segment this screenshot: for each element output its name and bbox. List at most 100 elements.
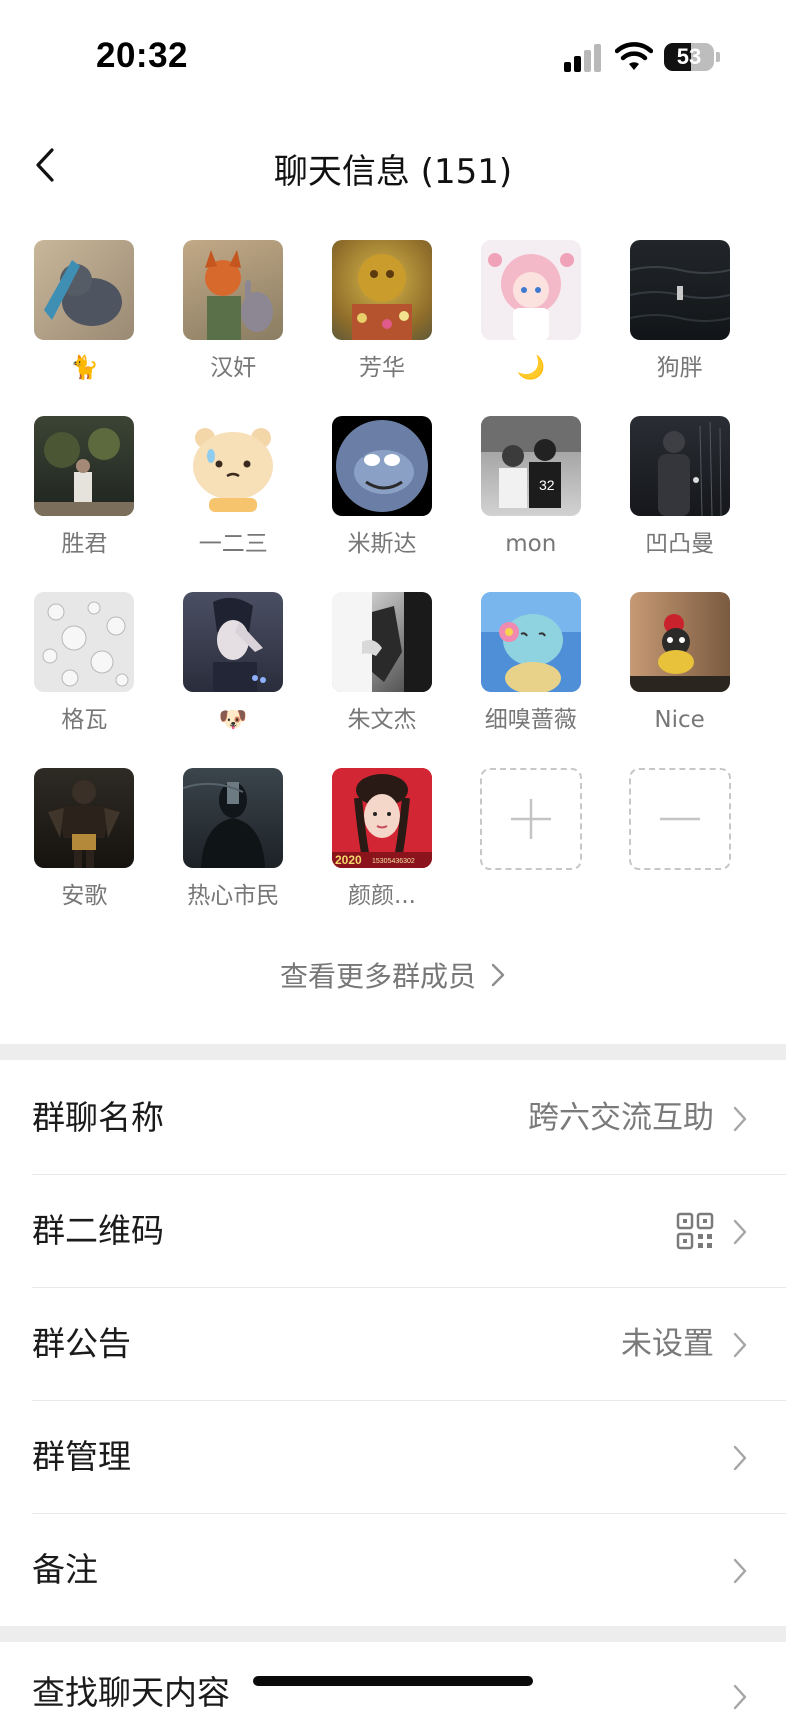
chevron-right-icon [733, 1445, 747, 1471]
member-item[interactable]: Nice [605, 592, 754, 738]
plus-icon [510, 799, 551, 839]
member-name: 细嗅蔷薇 [484, 707, 577, 733]
avatar [629, 592, 730, 692]
member-item[interactable]: 汉奸 [159, 240, 308, 386]
wifi-icon [614, 42, 654, 72]
row-group-qr-code[interactable]: 群二维码 [32, 1175, 786, 1288]
avatar [480, 592, 581, 692]
battery-tip [716, 52, 720, 62]
home-indicator[interactable] [253, 1676, 533, 1686]
add-member-box[interactable] [479, 768, 582, 870]
member-item[interactable]: 米斯达 [308, 416, 457, 562]
member-item[interactable]: 芳华 [308, 240, 457, 386]
row-group-name[interactable]: 群聊名称 跨六交流互助 [32, 1062, 786, 1175]
section-divider [0, 1626, 786, 1642]
see-more-label: 查看更多群成员 [279, 960, 476, 993]
member-item[interactable]: 狗胖 [605, 240, 754, 386]
avatar: 32 [480, 416, 581, 516]
member-name: 胜君 [61, 531, 108, 557]
avatar [183, 592, 284, 692]
row-group-announcement[interactable]: 群公告 未设置 [32, 1288, 786, 1401]
member-name: 狗胖 [656, 355, 703, 381]
member-name: 安歌 [61, 883, 108, 909]
member-name: 凹凸曼 [645, 531, 715, 557]
chevron-right-icon [733, 1558, 747, 1584]
settings-list: 群聊名称 跨六交流互助 群二维码 群公告 未设置 群管理 备注 [0, 1062, 786, 1626]
avatar [183, 240, 284, 340]
avatar [34, 416, 135, 516]
member-name: Nice [654, 707, 705, 733]
add-member-button[interactable] [456, 768, 605, 916]
row-label: 群公告 [32, 1324, 131, 1363]
member-name: 🐶 [218, 707, 248, 733]
member-item[interactable]: 格瓦 [10, 592, 159, 738]
minus-icon [659, 817, 700, 821]
avatar [183, 768, 284, 868]
member-item[interactable]: 32 mon [456, 416, 605, 562]
member-name: 一二三 [198, 531, 268, 557]
member-name: 格瓦 [61, 707, 108, 733]
member-name: 🐈 [70, 355, 99, 381]
member-item[interactable]: 热心市民 [159, 768, 308, 916]
avatar-year-text: 2020 [335, 853, 362, 867]
member-name: 朱文杰 [347, 707, 417, 733]
chevron-right-icon [490, 961, 506, 996]
status-bar: 20:32 53 [0, 0, 786, 110]
member-item[interactable]: 🐶 [159, 592, 308, 738]
remove-member-button[interactable] [605, 768, 754, 916]
member-name: 🌙 [516, 355, 546, 381]
row-group-management[interactable]: 群管理 [32, 1401, 786, 1514]
row-label: 群二维码 [32, 1211, 164, 1250]
avatar [629, 416, 730, 516]
avatar [331, 592, 432, 692]
row-value: 未设置 [621, 1326, 714, 1362]
avatar [629, 240, 730, 340]
cellular-signal-icon [564, 44, 604, 72]
member-item[interactable]: 🐈 [10, 240, 159, 386]
remove-member-box[interactable] [628, 768, 731, 870]
status-time: 20:32 [96, 36, 189, 75]
avatar [331, 416, 432, 516]
member-item[interactable]: 凹凸曼 [605, 416, 754, 562]
avatar [34, 240, 135, 340]
row-remark[interactable]: 备注 [32, 1514, 786, 1626]
row-label: 备注 [32, 1550, 98, 1589]
member-item[interactable]: 安歌 [10, 768, 159, 916]
avatar [480, 240, 581, 340]
member-item[interactable]: 胜君 [10, 416, 159, 562]
chevron-right-icon [733, 1684, 747, 1710]
member-item[interactable]: 2020 15305436302 颜颜... [308, 768, 457, 916]
member-name: 热心市民 [187, 883, 280, 909]
chevron-right-icon [733, 1219, 747, 1245]
row-value: 跨六交流互助 [528, 1100, 714, 1136]
member-item[interactable]: 朱文杰 [308, 592, 457, 738]
row-search-chat-content[interactable]: 查找聊天内容 [32, 1666, 230, 1714]
avatar [34, 768, 135, 868]
member-name: 芳华 [358, 355, 405, 381]
page-title: 聊天信息 (151) [273, 152, 513, 192]
qr-code-icon [676, 1212, 714, 1250]
member-name: 米斯达 [347, 531, 417, 557]
battery-percent: 53 [676, 44, 702, 69]
member-name: 汉奸 [210, 355, 257, 381]
member-item[interactable]: 一二三 [159, 416, 308, 562]
avatar: 2020 15305436302 [331, 768, 432, 868]
row-label: 群聊名称 [32, 1098, 164, 1137]
avatar-phone-text: 15305436302 [372, 858, 415, 865]
svg-text:32: 32 [539, 477, 555, 493]
nav-bar: 聊天信息 (151) [0, 120, 786, 210]
members-grid: 🐈 汉奸 芳华 🌙 狗胖 胜君 一二三 米斯达 32 mon 凹凸曼 格瓦 🐶 … [10, 240, 770, 916]
battery-icon: 53 [664, 43, 714, 71]
row-label: 群管理 [32, 1437, 131, 1476]
member-name: 颜颜... [348, 883, 416, 909]
avatar [331, 240, 432, 340]
chevron-right-icon [733, 1332, 747, 1358]
chevron-right-icon [733, 1106, 747, 1132]
section-divider [0, 1044, 786, 1060]
avatar [183, 416, 284, 516]
member-item[interactable]: 🌙 [456, 240, 605, 386]
member-name: mon [505, 531, 557, 557]
member-item[interactable]: 细嗅蔷薇 [456, 592, 605, 738]
avatar [34, 592, 135, 692]
see-more-members-link[interactable]: 查看更多群成员 [0, 955, 786, 996]
